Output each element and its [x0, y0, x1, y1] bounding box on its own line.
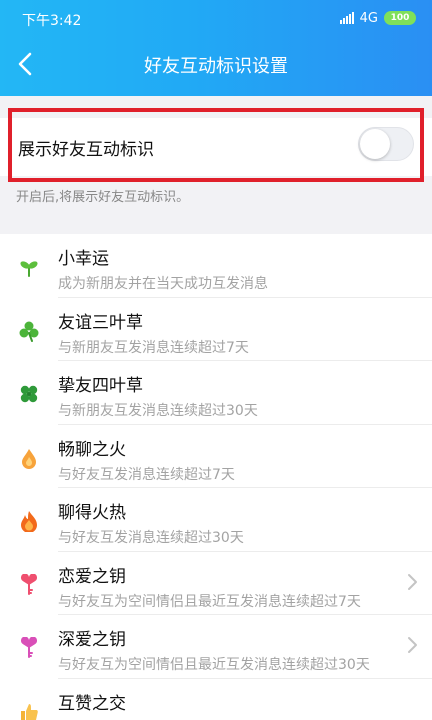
- show-badge-toggle[interactable]: [358, 127, 414, 161]
- network-label: 4G: [359, 10, 378, 26]
- item-title: 恋爱之钥: [58, 566, 126, 587]
- item-desc: 与好友互为空间情侣且最近互发消息连续超过30天: [58, 657, 370, 673]
- show-interaction-badge-setting: 展示好友互动标识: [0, 118, 432, 176]
- heart-key-icon: [20, 573, 38, 595]
- sprout-icon: [20, 261, 38, 277]
- item-desc: 与好友互为空间情侣且最近互发消息连续超过7天: [58, 593, 361, 610]
- setting-label: 展示好友互动标识: [18, 140, 154, 160]
- item-title: 深爱之钥: [58, 630, 126, 650]
- list-item: 畅聊之火 与好友互发消息连续超过7天: [0, 425, 432, 488]
- thumbs-up-icon: [21, 703, 38, 720]
- chevron-right-icon[interactable]: [406, 635, 420, 655]
- list-item: 互赞之交: [0, 679, 432, 720]
- status-bar: 下午3:42 4G 100: [0, 0, 432, 36]
- big-flame-icon: [21, 511, 37, 532]
- item-desc: 与好友互发消息连续超过30天: [58, 530, 244, 546]
- four-leaf-clover-icon: [20, 385, 38, 403]
- nav-bar: 好友互动标识设置: [0, 36, 432, 92]
- item-desc: 与新朋友互发消息连续超过30天: [58, 403, 258, 419]
- three-leaf-clover-icon: [19, 321, 39, 342]
- item-title: 互赞之交: [58, 693, 126, 714]
- item-title: 畅聊之火: [58, 439, 126, 460]
- item-desc: 成为新朋友并在当天成功互发消息: [58, 276, 268, 292]
- toggle-knob: [360, 129, 390, 159]
- list-item: 友谊三叶草 与新朋友互发消息连续超过7天: [0, 298, 432, 361]
- page-title: 好友互动标识设置: [144, 56, 288, 77]
- badge-list: 小幸运 成为新朋友并在当天成功互发消息 友谊三叶草 与新朋友互发消息连续超过7天…: [0, 234, 432, 720]
- item-title: 挚友四叶草: [58, 376, 143, 396]
- item-title: 小幸运: [58, 249, 109, 269]
- item-title: 友谊三叶草: [58, 312, 143, 333]
- status-indicators: 4G 100: [339, 10, 416, 26]
- signal-icon: [339, 12, 354, 24]
- list-item[interactable]: 恋爱之钥 与好友互为空间情侣且最近互发消息连续超过7天: [0, 552, 432, 615]
- list-item: 小幸运 成为新朋友并在当天成功互发消息: [0, 234, 432, 298]
- item-title: 聊得火热: [58, 503, 126, 523]
- list-item: 聊得火热 与好友互发消息连续超过30天: [0, 488, 432, 552]
- list-item[interactable]: 深爱之钥 与好友互为空间情侣且最近互发消息连续超过30天: [0, 615, 432, 679]
- header: 下午3:42 4G 100 好友互动标识设置: [0, 0, 432, 96]
- chevron-right-icon[interactable]: [406, 572, 420, 592]
- battery-icon: 100: [384, 11, 416, 25]
- list-item: 挚友四叶草 与新朋友互发消息连续超过30天: [0, 361, 432, 425]
- status-time: 下午3:42: [22, 13, 82, 29]
- purple-heart-key-icon: [20, 637, 38, 658]
- setting-hint: 开启后,将展示好友互动标识。: [16, 190, 190, 205]
- item-desc: 与好友互发消息连续超过7天: [58, 466, 235, 483]
- item-desc: 与新朋友互发消息连续超过7天: [58, 339, 249, 356]
- small-flame-icon: [22, 448, 36, 469]
